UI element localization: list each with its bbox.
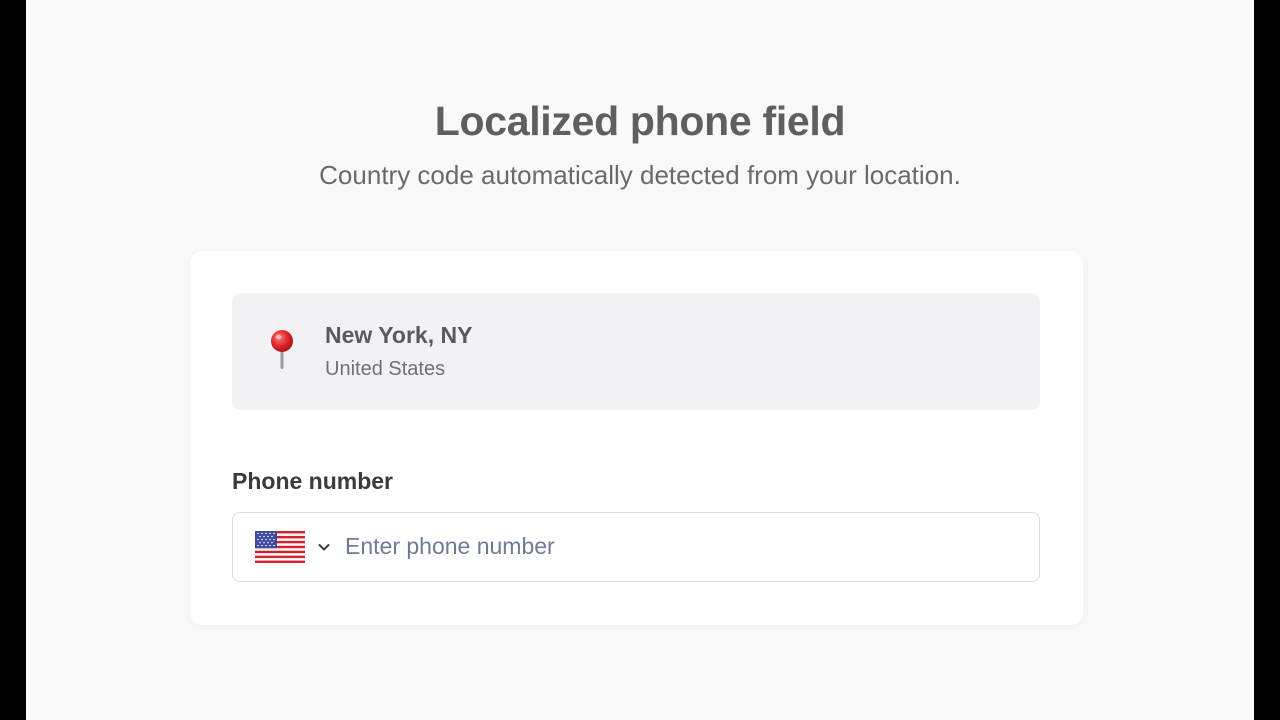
page-title: Localized phone field [434,98,846,144]
page-subtitle: Country code automatically detected from… [319,160,961,190]
location-city: New York, NY [325,322,473,348]
chevron-down-icon [317,540,331,554]
phone-card: New York, NY United States Phone number [190,251,1083,625]
phone-number-input[interactable] [345,525,1005,567]
detected-location-box: New York, NY United States [232,293,1040,410]
us-flag-icon [255,531,305,563]
phone-number-label: Phone number [232,468,394,494]
page: Localized phone field Country code autom… [26,0,1254,720]
country-code-selector[interactable] [253,529,335,565]
phone-field [232,512,1040,582]
location-country: United States [325,358,446,380]
map-pin-icon [269,329,295,371]
